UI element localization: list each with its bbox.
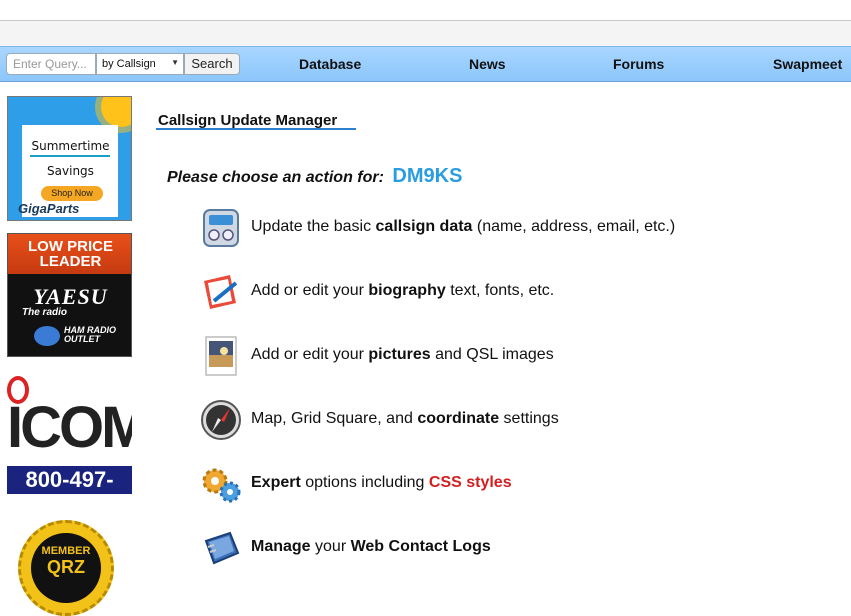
action-text: Expert options including CSS styles xyxy=(251,474,512,491)
settings-panel-icon xyxy=(203,209,239,247)
shop-now-button[interactable]: Shop Now xyxy=(41,186,103,201)
badge-brand-text: QRZ xyxy=(47,557,85,577)
icom-logo: ICOM xyxy=(7,395,132,460)
nav-news[interactable]: News xyxy=(469,56,506,72)
action-text: Add or edit your pictures and QSL images xyxy=(251,346,554,363)
title-underline xyxy=(156,128,356,130)
badge-inner: MEMBER QRZ xyxy=(31,533,101,603)
picture-icon xyxy=(205,336,237,376)
nav-bar: Enter Query... by Callsign ▼ Search Data… xyxy=(0,46,851,82)
ad-divider xyxy=(30,155,110,157)
edit-document-icon xyxy=(204,275,238,309)
hro-logo: HAM RADIO OUTLET xyxy=(64,325,116,344)
yaesu-ad[interactable]: LOW PRICE LEADER YAESU The radio HAM RAD… xyxy=(7,233,132,357)
icom-ad[interactable]: ICOM 800-497-1457 xyxy=(7,372,132,497)
search-input[interactable]: Enter Query... xyxy=(6,53,96,75)
ad-line-2: Savings xyxy=(47,164,94,178)
logbook-icon xyxy=(204,531,240,565)
globe-icon xyxy=(34,326,60,346)
gigaparts-logo: GigaParts xyxy=(18,201,80,216)
prompt-text: Please choose an action for: xyxy=(167,169,384,186)
nav-database[interactable]: Database xyxy=(299,56,361,72)
qrz-member-badge[interactable]: MEMBER QRZ xyxy=(18,520,114,616)
callsign-label: DM9KS xyxy=(392,165,463,187)
gigaparts-ad[interactable]: Summertime Savings Shop Now GigaParts xyxy=(7,96,132,221)
chevron-down-icon: ▼ xyxy=(171,58,179,67)
action-text: Manage your Web Contact Logs xyxy=(251,538,491,555)
icom-phone: 800-497-1457 xyxy=(7,466,132,497)
badge-member-text: MEMBER xyxy=(41,545,91,557)
action-text: Add or edit your biography text, fonts, … xyxy=(251,282,555,299)
search-mode-select[interactable]: by Callsign ▼ xyxy=(96,53,184,75)
nav-swapmeet[interactable]: Swapmeet xyxy=(773,56,842,72)
page-title: Callsign Update Manager xyxy=(158,112,338,129)
nav-forums[interactable]: Forums xyxy=(613,56,664,72)
gears-icon xyxy=(202,468,241,503)
action-expert[interactable]: Expert options including CSS styles xyxy=(200,463,800,505)
search-button[interactable]: Search xyxy=(184,53,240,75)
action-biography[interactable]: Add or edit your biography text, fonts, … xyxy=(200,271,800,313)
action-coordinates[interactable]: Map, Grid Square, and coordinate setting… xyxy=(200,399,800,441)
browser-top-strip xyxy=(0,0,851,21)
action-text: Map, Grid Square, and coordinate setting… xyxy=(251,410,559,427)
header-gray-bar xyxy=(0,21,851,46)
ad-headline: LOW PRICE LEADER xyxy=(8,234,131,274)
ad-tagline: The radio xyxy=(22,307,68,318)
sun-icon xyxy=(101,97,131,127)
action-pictures[interactable]: Add or edit your pictures and QSL images xyxy=(200,335,800,377)
action-text: Update the basic callsign data (name, ad… xyxy=(251,218,676,235)
action-prompt: Please choose an action for: DM9KS xyxy=(167,165,462,188)
compass-icon xyxy=(201,400,241,440)
action-callsign-data[interactable]: Update the basic callsign data (name, ad… xyxy=(200,207,800,249)
search-mode-label: by Callsign xyxy=(102,58,156,70)
ad-line-1: Summertime xyxy=(31,139,110,153)
action-web-logs[interactable]: Manage your Web Contact Logs xyxy=(200,527,800,569)
